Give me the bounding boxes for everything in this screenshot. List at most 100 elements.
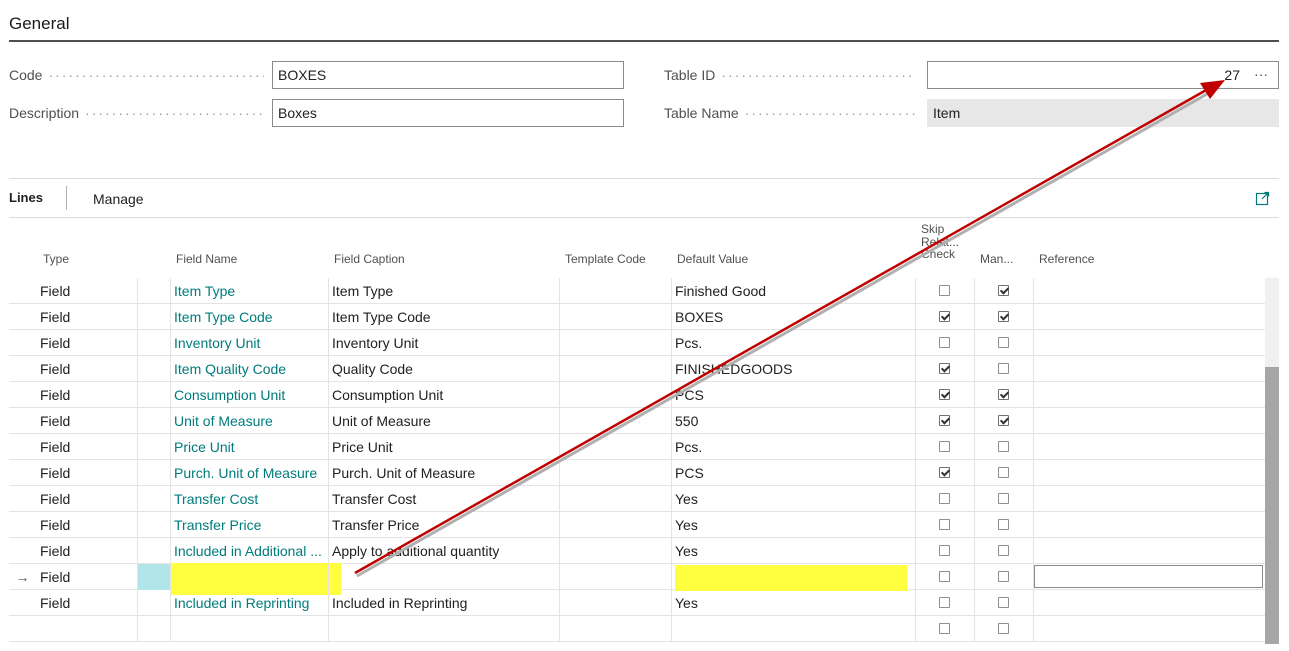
cell-template-code[interactable] [560,356,672,382]
cell-type[interactable]: Field [37,330,138,356]
checkbox-checked[interactable] [998,389,1009,400]
cell-reference[interactable] [1034,278,1265,304]
row-selector[interactable] [9,590,36,616]
row-selector[interactable] [9,304,36,330]
checkbox-checked[interactable] [998,415,1009,426]
cell-reference[interactable] [1034,330,1265,356]
cell-field-caption[interactable]: Transfer Cost [329,486,560,512]
cell-field-caption[interactable]: Consumption Unit [329,382,560,408]
checkbox-unchecked[interactable] [939,571,950,582]
cell-type[interactable]: Field [37,304,138,330]
checkbox-checked[interactable] [939,415,950,426]
cell-reference[interactable] [1034,486,1265,512]
cell-field-name[interactable]: Consumption Unit [171,382,329,408]
checkbox-unchecked[interactable] [998,571,1009,582]
cell-default-value[interactable]: PCS [672,382,916,408]
checkbox-unchecked[interactable] [939,285,950,296]
row-selector[interactable] [9,408,36,434]
cell-field-caption[interactable]: Included in Reprinting [329,590,560,616]
cell-reference[interactable] [1034,512,1265,538]
cell-blank[interactable] [138,278,171,304]
cell-type[interactable]: Field [37,382,138,408]
checkbox-unchecked[interactable] [998,337,1009,348]
table-row[interactable]: Field Item Type Item Type Finished Good [9,278,1265,304]
cell-type[interactable]: Field [37,356,138,382]
expand-icon[interactable] [1255,191,1270,206]
cell-template-code[interactable] [560,616,672,642]
cell-blank[interactable] [138,486,171,512]
table-row[interactable]: Field Item Type Code Item Type Code BOXES [9,304,1265,330]
row-selector[interactable] [9,538,36,564]
table-row[interactable]: Field Included in Reprinting Included in R… [9,590,1265,616]
cell-field-caption[interactable]: Unit of Measure [329,408,560,434]
cell-blank[interactable] [138,564,171,590]
tab-lines[interactable]: Lines [9,190,43,205]
cell-reference[interactable] [1034,408,1265,434]
cell-blank[interactable] [138,382,171,408]
checkbox-unchecked[interactable] [998,519,1009,530]
reference-input[interactable] [1034,565,1263,588]
row-selector[interactable] [9,278,36,304]
cell-type[interactable]: Field [37,486,138,512]
checkbox-unchecked[interactable] [939,597,950,608]
cell-type[interactable]: Field [37,278,138,304]
cell-reference[interactable] [1034,538,1265,564]
cell-field-caption[interactable]: Quality Code [329,356,560,382]
cell-template-code[interactable] [560,538,672,564]
cell-field-caption[interactable]: Item Type [329,278,560,304]
cell-reference[interactable] [1034,616,1265,642]
table-row[interactable]: Field Price Unit Price Unit Pcs. [9,434,1265,460]
cell-field-name[interactable]: Purch. Unit of Measure [171,460,329,486]
cell-field-caption[interactable]: Price Unit [329,434,560,460]
checkbox-unchecked[interactable] [998,545,1009,556]
checkbox-unchecked[interactable] [939,545,950,556]
cell-field-name[interactable]: Transfer Cost [171,486,329,512]
row-selector[interactable] [9,512,36,538]
column-header-type[interactable]: Type [43,253,69,266]
checkbox-unchecked[interactable] [939,519,950,530]
table-row[interactable]: Field Purch. Unit of Measure Purch. Unit o… [9,460,1265,486]
cell-default-value[interactable] [672,564,916,590]
checkbox-unchecked[interactable] [939,493,950,504]
cell-template-code[interactable] [560,278,672,304]
lookup-ellipsis-icon[interactable]: ··· [1254,62,1268,86]
cell-field-name[interactable]: Item Type Code [171,304,329,330]
table-row[interactable]: Field Item Quality Code Quality Code FINISH… [9,356,1265,382]
checkbox-checked[interactable] [998,311,1009,322]
row-selector[interactable] [9,330,36,356]
cell-field-name[interactable]: Price Unit [171,434,329,460]
cell-blank[interactable] [138,434,171,460]
cell-template-code[interactable] [560,382,672,408]
cell-type[interactable]: Field [37,590,138,616]
cell-type[interactable]: Field [37,538,138,564]
column-header-mandatory[interactable]: Man... [980,253,1013,266]
cell-blank[interactable] [138,538,171,564]
row-selector[interactable] [9,460,36,486]
table-row[interactable]: → Field [9,563,1265,595]
cell-type[interactable]: Field [37,564,138,590]
checkbox-unchecked[interactable] [998,623,1009,634]
cell-blank[interactable] [138,590,171,616]
cell-type[interactable] [37,616,138,642]
cell-default-value[interactable]: Yes [672,538,916,564]
table-row[interactable]: Field Transfer Price Transfer Price Yes [9,512,1265,538]
table-row[interactable]: Field Unit of Measure Unit of Measure 550 [9,408,1265,434]
cell-field-caption[interactable]: Inventory Unit [329,330,560,356]
checkbox-unchecked[interactable] [998,467,1009,478]
cell-default-value[interactable]: PCS [672,460,916,486]
column-header-default-value[interactable]: Default Value [677,253,748,266]
cell-template-code[interactable] [560,486,672,512]
cell-field-name[interactable]: Included in Reprinting [171,590,329,616]
cell-field-name[interactable]: Item Quality Code [171,356,329,382]
cell-default-value[interactable]: Finished Good [672,278,916,304]
table-row[interactable]: Field Transfer Cost Transfer Cost Yes [9,486,1265,512]
cell-field-caption[interactable]: Transfer Price [329,512,560,538]
section-title-general[interactable]: General [9,14,69,34]
checkbox-unchecked[interactable] [939,441,950,452]
table-row[interactable] [9,616,1265,642]
cell-default-value[interactable]: BOXES [672,304,916,330]
cell-blank[interactable] [138,304,171,330]
cell-template-code[interactable] [560,330,672,356]
cell-template-code[interactable] [560,408,672,434]
checkbox-unchecked[interactable] [998,363,1009,374]
